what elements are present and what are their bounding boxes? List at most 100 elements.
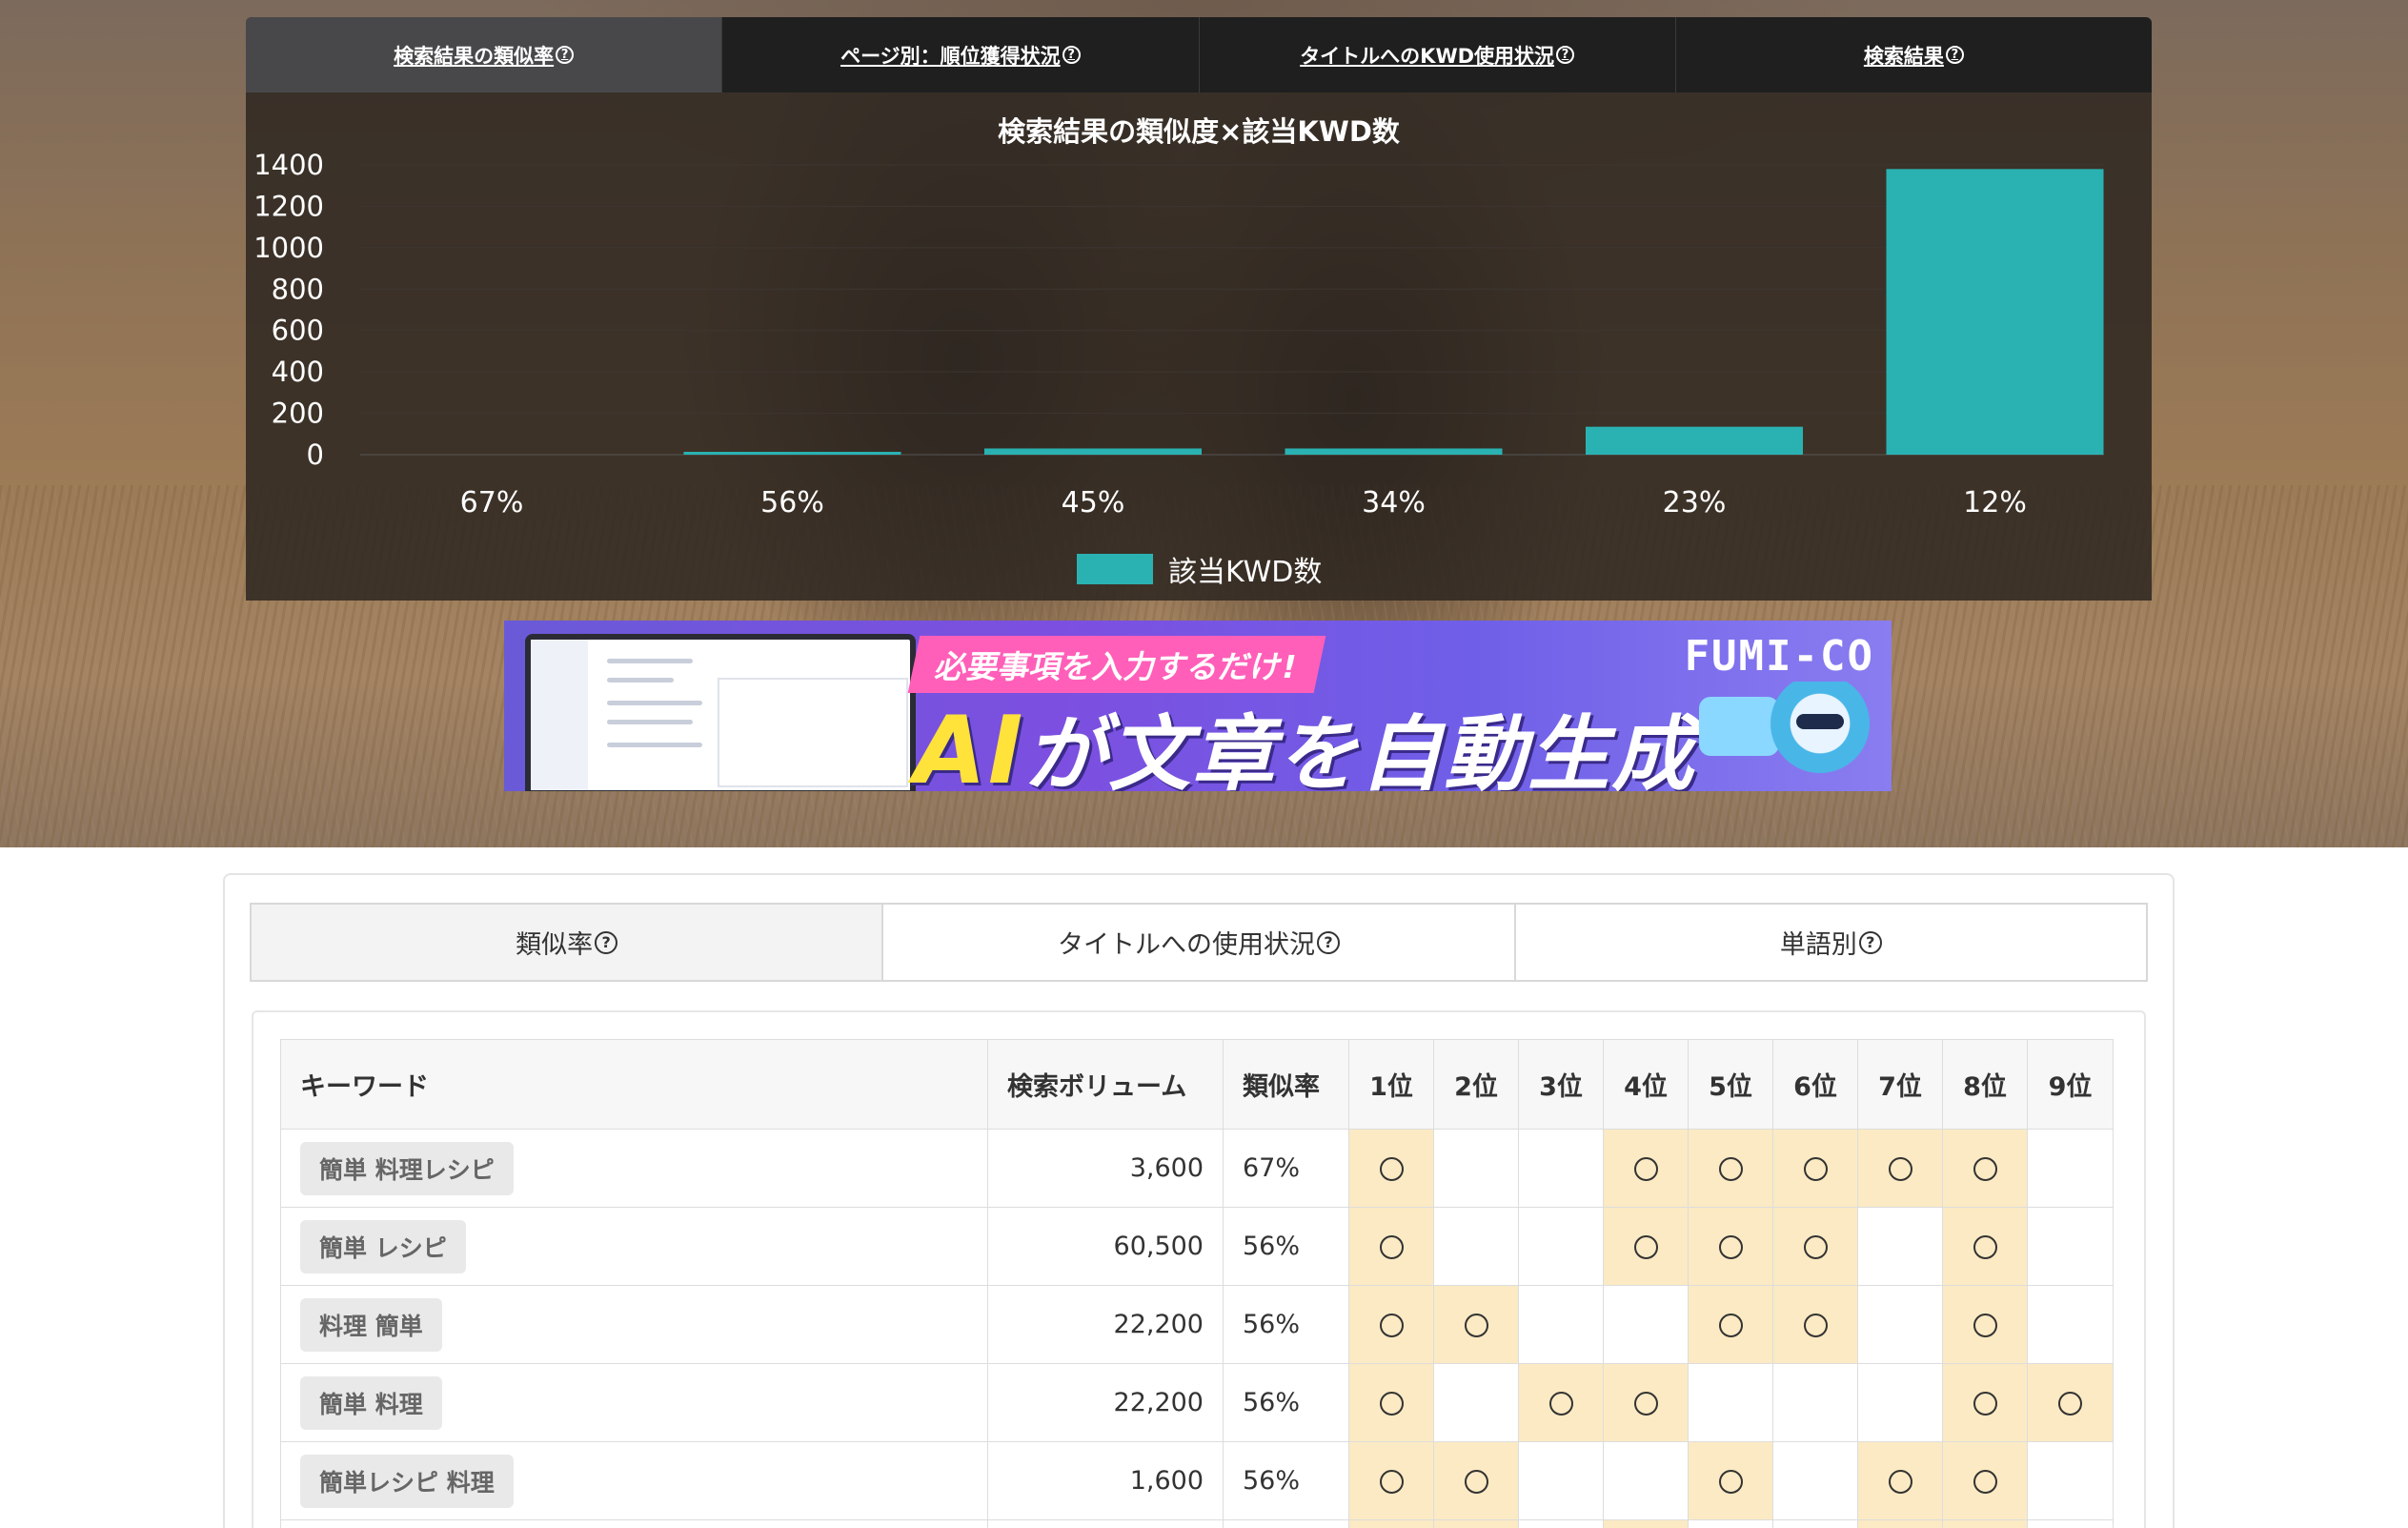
rank-cell-6: [1772, 1363, 1858, 1442]
help-icon[interactable]: ?: [1858, 930, 1882, 954]
tab-label: 検索結果: [1863, 44, 1944, 68]
chart-legend[interactable]: 該当KWD数: [1077, 548, 1322, 590]
column-header-similarity[interactable]: 類似率: [1223, 1039, 1349, 1130]
help-icon[interactable]: ?: [1945, 46, 1964, 64]
table-header-row: キーワード 検索ボリューム 類似率 1位 2位 3位 4位 5位 6位 7位 8位 9位: [280, 1039, 2114, 1130]
circle-mark-icon: [1888, 1470, 1912, 1494]
table-row: 簡単 料理 22,200 56%: [280, 1363, 2114, 1442]
tab-title-usage[interactable]: タイトルへの使用状況?: [883, 905, 1516, 980]
banner-tagline: 必要事項を入力するだけ!: [907, 636, 1326, 693]
rank-cell-5: [1688, 1285, 1773, 1364]
y-tick-label: 1000: [253, 232, 324, 264]
keyword-chip[interactable]: 簡単 料理: [300, 1375, 442, 1430]
tab-similarity[interactable]: 検索結果の類似率?: [246, 17, 723, 92]
y-tick-label: 0: [307, 438, 324, 471]
circle-mark-icon: [1633, 1235, 1658, 1259]
column-header-volume[interactable]: 検索ボリューム: [987, 1039, 1224, 1130]
tab-by-word[interactable]: 単語別?: [1515, 905, 2146, 980]
circle-mark-icon: [1379, 1392, 1404, 1416]
tab-search-results[interactable]: 検索結果?: [1676, 17, 2152, 92]
rank-cell-9: [2027, 1519, 2114, 1528]
column-header-rank-2[interactable]: 2位: [1433, 1039, 1519, 1130]
rank-cell-5: [1688, 1441, 1773, 1520]
rank-cell-6: [1772, 1441, 1858, 1520]
rank-cell-2: [1433, 1363, 1519, 1442]
rank-cell-4: [1603, 1129, 1689, 1208]
circle-mark-icon: [1803, 1235, 1828, 1259]
keyword-cell: 簡単レシピ 料理: [280, 1441, 988, 1520]
circle-mark-icon: [1973, 1392, 1997, 1416]
ad-banner[interactable]: 必要事項を入力するだけ! AIが文章を自動生成 FUMI-CO: [504, 621, 1892, 791]
keyword-cell: 簡単 料理レシピ: [280, 1129, 988, 1208]
robot-icon: [1768, 682, 1872, 786]
similarity-cell: 56%: [1223, 1363, 1349, 1442]
x-tick-label: 34%: [1362, 486, 1426, 520]
tab-label: タイトルへのKWD使用状況: [1300, 44, 1555, 68]
rank-cell-9: [2027, 1207, 2114, 1286]
column-header-rank-7[interactable]: 7位: [1857, 1039, 1943, 1130]
help-icon[interactable]: ?: [595, 930, 618, 954]
circle-mark-icon: [1718, 1314, 1743, 1337]
similarity-cell: 56%: [1223, 1441, 1349, 1520]
rank-cell-8: [1942, 1285, 2028, 1364]
volume-cell: 60,500: [987, 1207, 1224, 1286]
robot-eyes: [1796, 714, 1844, 729]
circle-mark-icon: [1973, 1470, 1997, 1494]
column-header-rank-1[interactable]: 1位: [1348, 1039, 1434, 1130]
column-header-rank-9[interactable]: 9位: [2027, 1039, 2114, 1130]
column-header-keyword[interactable]: キーワード: [280, 1039, 988, 1130]
mock-line: [607, 743, 702, 747]
tab-label: タイトルへの使用状況: [1057, 930, 1315, 960]
table-row: 簡単 レシピ 60,500 56%: [280, 1207, 2114, 1286]
rank-cell-7: [1857, 1519, 1943, 1528]
circle-mark-icon: [1718, 1470, 1743, 1494]
keyword-chip[interactable]: 料理 簡単: [300, 1297, 442, 1352]
bar-56pct[interactable]: [683, 452, 901, 455]
circle-mark-icon: [1464, 1314, 1488, 1337]
help-icon[interactable]: ?: [1556, 46, 1575, 64]
circle-mark-icon: [2058, 1392, 2082, 1416]
tab-label: 類似率: [516, 930, 594, 960]
rank-cell-9: [2027, 1441, 2114, 1520]
column-header-rank-6[interactable]: 6位: [1772, 1039, 1858, 1130]
help-icon[interactable]: ?: [1316, 930, 1340, 954]
column-header-rank-5[interactable]: 5位: [1688, 1039, 1773, 1130]
column-header-rank-4[interactable]: 4位: [1603, 1039, 1689, 1130]
rank-cell-2: [1433, 1129, 1519, 1208]
tab-similarity-rate[interactable]: 類似率?: [252, 905, 884, 980]
tab-title-kwd-usage[interactable]: タイトルへのKWD使用状況?: [1200, 17, 1676, 92]
column-header-rank-3[interactable]: 3位: [1518, 1039, 1604, 1130]
tab-page-ranking[interactable]: ページ別：順位獲得状況?: [722, 17, 1200, 92]
bar-12pct[interactable]: [1886, 169, 2104, 455]
volume-cell: [987, 1519, 1224, 1528]
circle-mark-icon: [1379, 1235, 1404, 1259]
rank-cell-7: [1857, 1129, 1943, 1208]
keyword-table: キーワード 検索ボリューム 類似率 1位 2位 3位 4位 5位 6位 7位 8位 9位 簡単 …: [280, 1039, 2114, 1528]
keyword-chip[interactable]: 簡単 料理レシピ: [300, 1141, 514, 1195]
bar-34pct[interactable]: [1285, 448, 1503, 455]
rank-cell-8: [1942, 1441, 2028, 1520]
mock-sidebar: [531, 640, 588, 790]
bar-45pct[interactable]: [984, 448, 1202, 455]
circle-mark-icon: [1633, 1157, 1658, 1181]
circle-mark-icon: [1973, 1157, 1997, 1181]
tab-label: 検索結果の類似率: [394, 44, 555, 68]
column-header-rank-8[interactable]: 8位: [1942, 1039, 2028, 1130]
rank-cell-7: [1857, 1207, 1943, 1286]
bar-23pct[interactable]: [1586, 426, 1803, 455]
keyword-chip[interactable]: 簡単レシピ 料理: [300, 1454, 514, 1508]
table-row: [280, 1519, 2114, 1528]
analysis-tabs: 検索結果の類似率? ページ別：順位獲得状況? タイトルへのKWD使用状況? 検索…: [246, 17, 2152, 92]
keyword-cell: [280, 1519, 988, 1528]
rank-cell-3: [1518, 1363, 1604, 1442]
tab-label: ページ別：順位獲得状況: [840, 44, 1061, 68]
fumico-logo: FUMI-CO: [1684, 632, 1874, 681]
keyword-chip[interactable]: 簡単 レシピ: [300, 1219, 466, 1273]
keyword-cell: 料理 簡単: [280, 1285, 988, 1364]
mock-image-placeholder: [718, 678, 908, 787]
similarity-bar-chart: 1400 1200 1000 800 600 400 200 0 67% 56% 45% 34% 23%…: [253, 149, 2104, 520]
rank-cell-9: [2027, 1363, 2114, 1442]
circle-mark-icon: [1803, 1314, 1828, 1337]
help-icon[interactable]: ?: [556, 46, 575, 64]
help-icon[interactable]: ?: [1062, 46, 1081, 64]
